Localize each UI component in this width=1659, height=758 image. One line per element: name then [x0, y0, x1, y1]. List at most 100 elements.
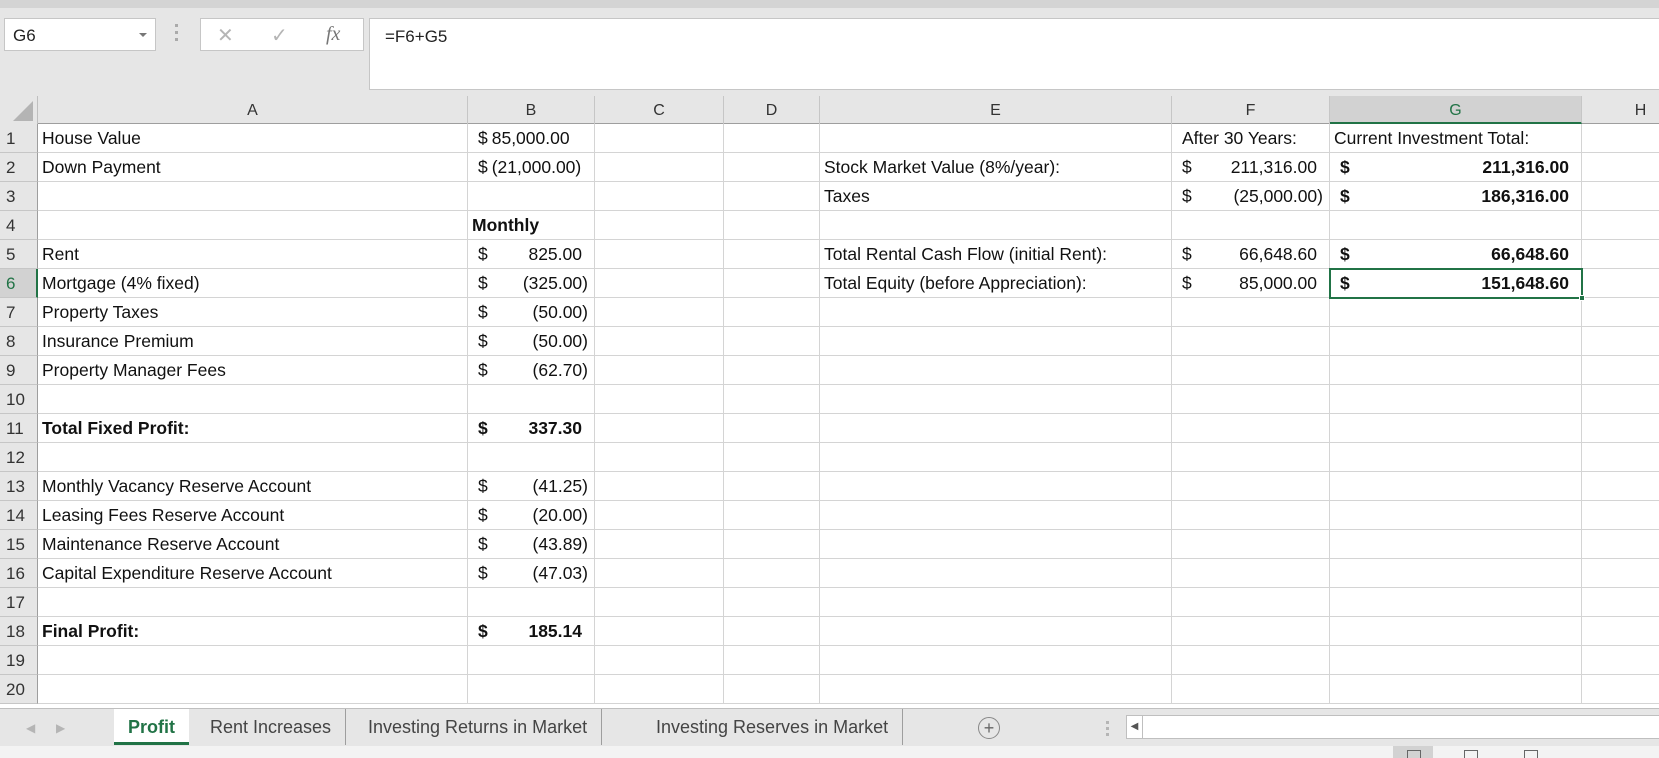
cell-g8[interactable] [1330, 327, 1582, 356]
scroll-tabs-left-icon[interactable]: ◀ [26, 721, 35, 735]
cell-g17[interactable] [1330, 588, 1582, 617]
cell-d9[interactable] [724, 356, 820, 385]
cell-b17[interactable] [468, 588, 595, 617]
cell-d8[interactable] [724, 327, 820, 356]
column-header-c[interactable]: C [595, 96, 724, 124]
name-box[interactable]: G6 [4, 18, 156, 51]
cell-d13[interactable] [724, 472, 820, 501]
cell-b9[interactable]: $ (62.70) [468, 356, 595, 385]
tab-investing-reserves-in-market[interactable]: Investing Reserves in Market [642, 709, 904, 745]
cell-b13[interactable]: $ (41.25) [468, 472, 595, 501]
column-header-f[interactable]: F [1172, 96, 1330, 124]
cell-c7[interactable] [595, 298, 724, 327]
cell-b6[interactable]: $ (325.00) [468, 269, 595, 298]
cell-d10[interactable] [724, 385, 820, 414]
cell-d7[interactable] [724, 298, 820, 327]
cell-b20[interactable] [468, 675, 595, 704]
cell-d18[interactable] [724, 617, 820, 646]
cell-c6[interactable] [595, 269, 724, 298]
cell-c10[interactable] [595, 385, 724, 414]
cell-a4[interactable] [38, 211, 468, 240]
cell-h20[interactable] [1582, 675, 1659, 704]
row-header-14[interactable]: 14 [0, 501, 38, 530]
row-header-1[interactable]: 1 [0, 124, 38, 153]
cell-a17[interactable] [38, 588, 468, 617]
cell-f18[interactable] [1172, 617, 1330, 646]
cell-b10[interactable] [468, 385, 595, 414]
cell-a9[interactable]: Property Manager Fees [38, 356, 468, 385]
cell-h8[interactable] [1582, 327, 1659, 356]
cell-d1[interactable] [724, 124, 820, 153]
cancel-icon[interactable]: ✕ [217, 23, 234, 48]
cell-g2[interactable]: $211,316.00 [1330, 153, 1582, 182]
cell-a14[interactable]: Leasing Fees Reserve Account [38, 501, 468, 530]
cell-e8[interactable] [820, 327, 1172, 356]
column-header-h[interactable]: H [1582, 96, 1659, 124]
cell-b11[interactable]: $337.30 [468, 414, 595, 443]
cell-h5[interactable] [1582, 240, 1659, 269]
column-header-d[interactable]: D [724, 96, 820, 124]
cell-e7[interactable] [820, 298, 1172, 327]
cell-f5[interactable]: $66,648.60 [1172, 240, 1330, 269]
cell-g20[interactable] [1330, 675, 1582, 704]
cell-h18[interactable] [1582, 617, 1659, 646]
cell-a8[interactable]: Insurance Premium [38, 327, 468, 356]
cell-g14[interactable] [1330, 501, 1582, 530]
cell-b8[interactable]: $ (50.00) [468, 327, 595, 356]
cell-h10[interactable] [1582, 385, 1659, 414]
cell-e6[interactable]: Total Equity (before Appreciation): [820, 269, 1172, 298]
cell-d12[interactable] [724, 443, 820, 472]
row-header-10[interactable]: 10 [0, 385, 38, 414]
scroll-left-arrow-icon[interactable]: ◀ [1127, 716, 1143, 738]
cell-f20[interactable] [1172, 675, 1330, 704]
cell-g18[interactable] [1330, 617, 1582, 646]
cell-d17[interactable] [724, 588, 820, 617]
cell-c14[interactable] [595, 501, 724, 530]
page-layout-view-button[interactable] [1450, 746, 1490, 758]
row-header-15[interactable]: 15 [0, 530, 38, 559]
cell-b15[interactable]: $ (43.89) [468, 530, 595, 559]
cell-a6[interactable]: Mortgage (4% fixed) [38, 269, 468, 298]
formula-input[interactable]: =F6+G5 [369, 18, 1659, 90]
cell-h13[interactable] [1582, 472, 1659, 501]
row-header-9[interactable]: 9 [0, 356, 38, 385]
cell-c20[interactable] [595, 675, 724, 704]
cell-c4[interactable] [595, 211, 724, 240]
cell-e12[interactable] [820, 443, 1172, 472]
chevron-down-icon[interactable] [139, 33, 147, 37]
cell-e1[interactable] [820, 124, 1172, 153]
cell-b14[interactable]: $ (20.00) [468, 501, 595, 530]
row-header-4[interactable]: 4 [0, 211, 38, 240]
column-header-g[interactable]: G [1330, 96, 1582, 124]
cell-h11[interactable] [1582, 414, 1659, 443]
tab-split-grip-icon[interactable] [1106, 721, 1109, 739]
row-header-3[interactable]: 3 [0, 182, 38, 211]
cell-a13[interactable]: Monthly Vacancy Reserve Account [38, 472, 468, 501]
formula-bar-grip-icon[interactable] [175, 24, 179, 44]
column-header-a[interactable]: A [38, 96, 468, 124]
cell-e20[interactable] [820, 675, 1172, 704]
cell-e16[interactable] [820, 559, 1172, 588]
cell-b7[interactable]: $ (50.00) [468, 298, 595, 327]
cell-f8[interactable] [1172, 327, 1330, 356]
insert-function-icon[interactable]: fx [326, 23, 340, 46]
row-header-12[interactable]: 12 [0, 443, 38, 472]
cell-f2[interactable]: $211,316.00 [1172, 153, 1330, 182]
cell-e2[interactable]: Stock Market Value (8%/year): [820, 153, 1172, 182]
select-all-button[interactable] [0, 96, 38, 124]
cell-f11[interactable] [1172, 414, 1330, 443]
cell-f19[interactable] [1172, 646, 1330, 675]
cell-a10[interactable] [38, 385, 468, 414]
cell-f10[interactable] [1172, 385, 1330, 414]
cell-c15[interactable] [595, 530, 724, 559]
cell-e4[interactable] [820, 211, 1172, 240]
cell-h9[interactable] [1582, 356, 1659, 385]
cell-e3[interactable]: Taxes [820, 182, 1172, 211]
row-header-13[interactable]: 13 [0, 472, 38, 501]
cell-b1[interactable]: $85,000.00 [468, 124, 595, 153]
cell-b3[interactable] [468, 182, 595, 211]
cell-a12[interactable] [38, 443, 468, 472]
cell-e5[interactable]: Total Rental Cash Flow (initial Rent): [820, 240, 1172, 269]
cell-f12[interactable] [1172, 443, 1330, 472]
cell-g15[interactable] [1330, 530, 1582, 559]
